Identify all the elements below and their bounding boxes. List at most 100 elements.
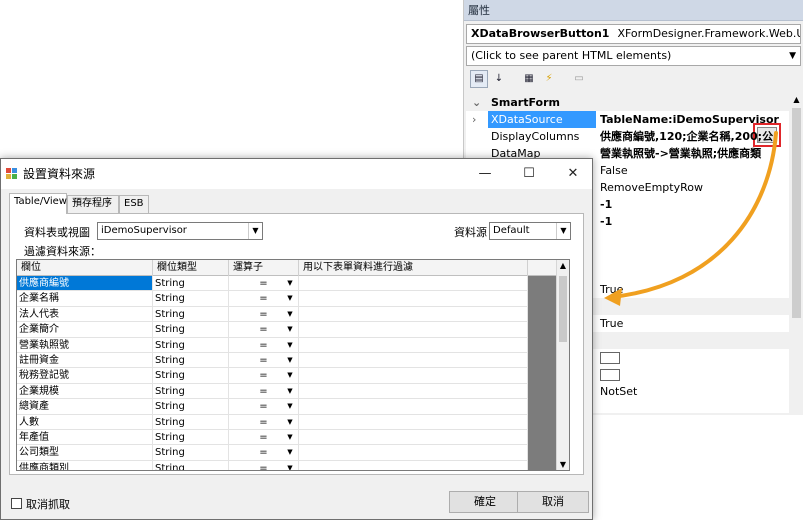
table-row[interactable]: 企業規模 String = ▼ xyxy=(17,383,569,400)
filter-value-cell[interactable] xyxy=(299,353,528,369)
type-cell[interactable]: String xyxy=(153,414,229,430)
field-cell[interactable]: 稅務登記號 xyxy=(17,368,153,384)
type-cell[interactable]: String xyxy=(153,337,229,353)
type-cell[interactable]: String xyxy=(153,383,229,400)
type-cell[interactable]: String xyxy=(153,276,229,292)
grid-scrollbar[interactable]: ▲ ▼ xyxy=(556,260,569,470)
table-row[interactable]: 總資產 String = ▼ xyxy=(17,399,569,415)
table-row[interactable]: 企業簡介 String = ▼ xyxy=(17,322,569,338)
filter-value-cell[interactable] xyxy=(299,430,528,446)
filter-grid[interactable]: 欄位 欄位類型 運算子 用以下表單資料進行過濾 供應商編號 String = ▼ 企業名… xyxy=(16,259,570,471)
filter-value-cell[interactable] xyxy=(299,445,528,461)
ok-button[interactable]: 確定 xyxy=(449,491,521,513)
property-row[interactable]: › XDataSource TableName:iDemoSupervisor … xyxy=(466,111,789,147)
field-cell[interactable]: 企業簡介 xyxy=(17,322,153,338)
table-row[interactable]: 供應商類別 String = ▼ xyxy=(17,460,569,470)
operator-cell[interactable]: = ▼ xyxy=(229,368,299,384)
filter-value-cell[interactable] xyxy=(299,368,528,384)
table-row[interactable]: 企業名稱 String = ▼ xyxy=(17,291,569,307)
chevron-down-icon[interactable]: ▼ xyxy=(284,384,296,398)
type-cell[interactable]: String xyxy=(153,445,229,461)
maximize-icon[interactable]: ☐ xyxy=(507,159,551,189)
type-cell[interactable]: String xyxy=(153,291,229,307)
properties-icon[interactable]: ▦ xyxy=(520,70,538,88)
property-pages-icon[interactable]: ▭ xyxy=(570,70,588,88)
table-row[interactable]: 稅務登記號 String = ▼ xyxy=(17,368,569,384)
field-cell[interactable]: 總資產 xyxy=(17,399,153,415)
column-header[interactable]: 欄位 xyxy=(17,260,153,276)
table-row[interactable]: 註冊資金 String = ▼ xyxy=(17,353,569,369)
operator-cell[interactable]: = ▼ xyxy=(229,383,299,400)
operator-cell[interactable]: = ▼ xyxy=(229,337,299,353)
type-cell[interactable]: String xyxy=(153,430,229,446)
chevron-down-icon[interactable]: ▼ xyxy=(284,338,296,352)
field-cell[interactable]: 供應商編號 xyxy=(17,276,153,292)
filter-value-cell[interactable] xyxy=(299,383,528,400)
type-cell[interactable]: String xyxy=(153,322,229,338)
table-select[interactable]: iDemoSupervisor ▼ xyxy=(97,222,263,240)
operator-cell[interactable]: = ▼ xyxy=(229,430,299,446)
chevron-down-icon[interactable]: ▼ xyxy=(284,399,296,413)
table-row[interactable]: 法人代表 String = ▼ xyxy=(17,306,569,323)
operator-cell[interactable]: = ▼ xyxy=(229,306,299,323)
scroll-up-icon[interactable]: ▲ xyxy=(790,94,803,106)
chevron-down-icon[interactable]: ▼ xyxy=(284,461,296,470)
tab-esb[interactable]: ESB xyxy=(119,195,149,213)
chevron-down-icon[interactable]: ▼ xyxy=(284,291,296,305)
operator-cell[interactable]: = ▼ xyxy=(229,414,299,430)
field-cell[interactable]: 企業名稱 xyxy=(17,291,153,307)
operator-cell[interactable]: = ▼ xyxy=(229,460,299,470)
field-cell[interactable]: 營業執照號 xyxy=(17,337,153,353)
type-cell[interactable]: String xyxy=(153,460,229,470)
column-header[interactable]: 用以下表單資料進行過濾 xyxy=(299,260,528,276)
filter-value-cell[interactable] xyxy=(299,322,528,338)
filter-value-cell[interactable] xyxy=(299,306,528,323)
chevron-down-icon[interactable]: ▼ xyxy=(284,276,296,290)
events-icon[interactable]: ⚡ xyxy=(540,70,558,88)
tab-stored-procedure[interactable]: 預存程序 xyxy=(67,195,119,213)
table-row[interactable]: 供應商編號 String = ▼ xyxy=(17,276,569,292)
tab-table-view[interactable]: Table/View xyxy=(9,193,67,214)
field-cell[interactable]: 人數 xyxy=(17,414,153,430)
scroll-down-icon[interactable]: ▼ xyxy=(557,460,569,469)
filter-value-cell[interactable] xyxy=(299,399,528,415)
type-cell[interactable]: String xyxy=(153,353,229,369)
table-row[interactable]: 年產值 String = ▼ xyxy=(17,430,569,446)
scroll-up-icon[interactable]: ▲ xyxy=(557,261,569,270)
source-select[interactable]: Default ▼ xyxy=(489,222,571,240)
chevron-down-icon[interactable]: ▼ xyxy=(284,415,296,429)
filter-value-cell[interactable] xyxy=(299,460,528,470)
operator-cell[interactable]: = ▼ xyxy=(229,322,299,338)
filter-value-cell[interactable] xyxy=(299,337,528,353)
type-cell[interactable]: String xyxy=(153,368,229,384)
chevron-down-icon[interactable]: ▼ xyxy=(284,307,296,321)
chevron-down-icon[interactable]: ▼ xyxy=(284,445,296,459)
type-cell[interactable]: String xyxy=(153,306,229,323)
type-cell[interactable]: String xyxy=(153,399,229,415)
operator-cell[interactable]: = ▼ xyxy=(229,445,299,461)
scroll-thumb[interactable] xyxy=(792,108,801,318)
field-cell[interactable]: 年產值 xyxy=(17,430,153,446)
properties-scrollbar[interactable]: ▲ xyxy=(790,94,803,413)
table-row[interactable]: 營業執照號 String = ▼ xyxy=(17,337,569,353)
alphabetical-icon[interactable]: ↓ xyxy=(490,70,508,88)
operator-cell[interactable]: = ▼ xyxy=(229,353,299,369)
minimize-icon[interactable]: — xyxy=(463,159,507,189)
chevron-down-icon[interactable]: ▼ xyxy=(284,368,296,382)
collapse-icon[interactable]: ⌄ xyxy=(472,94,481,111)
column-header[interactable]: 運算子 xyxy=(229,260,299,276)
operator-cell[interactable]: = ▼ xyxy=(229,399,299,415)
scroll-thumb[interactable] xyxy=(559,276,567,342)
parent-elements-dropdown[interactable]: (Click to see parent HTML elements) ▼ xyxy=(466,46,801,66)
operator-cell[interactable]: = ▼ xyxy=(229,291,299,307)
chevron-down-icon[interactable]: ▼ xyxy=(284,353,296,367)
filter-value-cell[interactable] xyxy=(299,291,528,307)
cancel-button[interactable]: 取消 xyxy=(517,491,589,513)
operator-cell[interactable]: = ▼ xyxy=(229,276,299,292)
object-selector[interactable]: XDataBrowserButton1 XFormDesigner.Framewo… xyxy=(466,24,801,44)
filter-value-cell[interactable] xyxy=(299,414,528,430)
table-row[interactable]: 公司類型 String = ▼ xyxy=(17,445,569,461)
chevron-down-icon[interactable]: ▼ xyxy=(284,322,296,336)
chevron-down-icon[interactable]: ▼ xyxy=(284,430,296,444)
category-row[interactable]: ⌄ SmartForm xyxy=(466,94,789,111)
